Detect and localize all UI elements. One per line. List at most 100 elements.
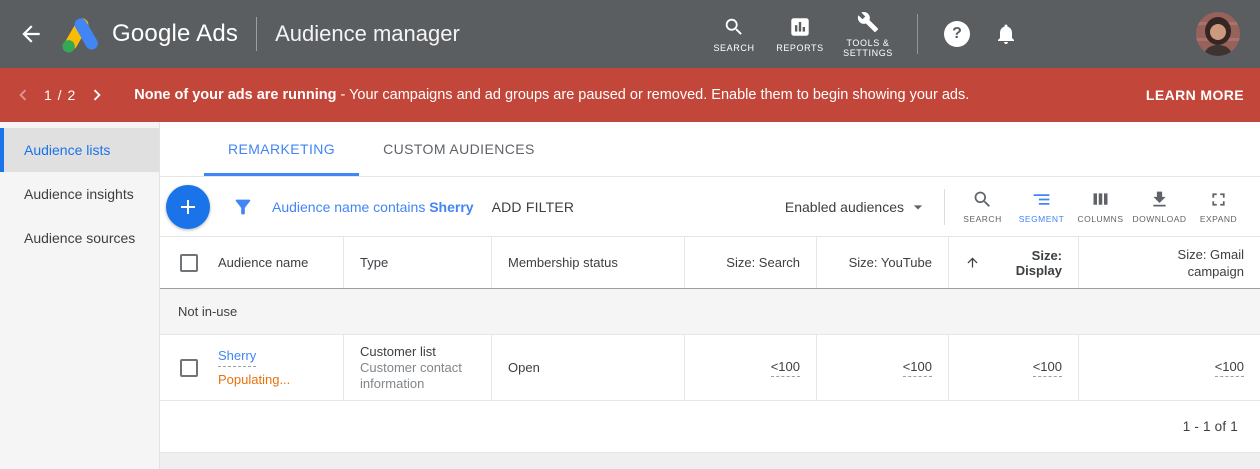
size-search-value: <100	[771, 359, 800, 377]
table-download-button[interactable]: DOWNLOAD	[1130, 189, 1189, 224]
add-audience-button[interactable]	[166, 185, 210, 229]
audience-name-link[interactable]: Sherry	[218, 348, 256, 367]
row-checkbox[interactable]	[180, 359, 198, 377]
toolbar-divider	[944, 189, 945, 225]
sidebar-item-label: Audience lists	[24, 142, 110, 158]
banner-message-title: None of your ads are running	[134, 87, 336, 103]
sidebar-item-audience-insights[interactable]: Audience insights	[0, 172, 159, 216]
back-button[interactable]	[18, 21, 44, 47]
segment-icon	[1031, 189, 1052, 210]
table-segment-button[interactable]: SEGMENT	[1012, 189, 1071, 224]
avatar-photo	[1196, 12, 1240, 56]
populating-status: Populating...	[218, 372, 290, 388]
nav-search-button[interactable]: SEARCH	[701, 16, 767, 53]
group-label: Not in-use	[178, 304, 237, 319]
columns-icon	[1090, 189, 1111, 210]
cell-membership-status: Open	[492, 335, 685, 400]
banner-prev-button[interactable]	[12, 84, 34, 106]
tool-label: DOWNLOAD	[1132, 214, 1186, 224]
nav-reports-label: REPORTS	[776, 43, 824, 53]
table-expand-button[interactable]: EXPAND	[1189, 189, 1248, 224]
banner-message-detail: - Your campaigns and ad groups are pause…	[336, 87, 969, 103]
title-divider	[256, 17, 257, 51]
tool-label: COLUMNS	[1077, 214, 1123, 224]
top-app-bar: Google Ads Audience manager SEARCH REPOR…	[0, 0, 1260, 68]
google-ads-logo-icon	[60, 15, 102, 53]
table-search-button[interactable]: SEARCH	[953, 189, 1012, 224]
audience-name-block: Sherry Populating...	[218, 348, 290, 388]
question-mark-icon: ?	[952, 25, 962, 43]
page-background	[160, 453, 1260, 469]
plus-icon	[176, 195, 200, 219]
tab-custom-audiences[interactable]: CUSTOM AUDIENCES	[359, 122, 559, 176]
sidebar-item-audience-lists[interactable]: Audience lists	[0, 128, 159, 172]
filter-icon	[232, 196, 254, 218]
sort-ascending-icon	[965, 255, 980, 270]
membership-status-value: Open	[508, 360, 540, 375]
product-name: Google Ads	[112, 20, 238, 48]
sidebar-item-label: Audience sources	[24, 230, 135, 246]
page-title: Audience manager	[275, 21, 460, 47]
header-size-display-sorted[interactable]: Size: Display	[949, 237, 1079, 288]
cell-type: Customer list Customer contact informati…	[344, 335, 492, 400]
page-content: Audience lists Audience insights Audienc…	[0, 122, 1260, 469]
filter-value: Sherry	[429, 199, 473, 215]
learn-more-link[interactable]: LEARN MORE	[1146, 87, 1244, 103]
active-filter-chip[interactable]: Audience name contains Sherry	[272, 199, 474, 215]
audience-type: Customer list	[360, 344, 436, 359]
wrench-icon	[857, 11, 879, 33]
sidebar-item-label: Audience insights	[24, 186, 134, 202]
chevron-down-icon	[908, 197, 928, 217]
nav-tools-settings-label: TOOLS & SETTINGS	[833, 38, 903, 58]
download-icon	[1149, 189, 1170, 210]
chevron-left-icon	[12, 84, 34, 106]
header-size-youtube[interactable]: Size: YouTube	[817, 237, 949, 288]
google-ads-app: Google Ads Audience manager SEARCH REPOR…	[0, 0, 1260, 469]
sidebar-item-audience-sources[interactable]: Audience sources	[0, 216, 159, 260]
sidebar: Audience lists Audience insights Audienc…	[0, 122, 160, 469]
group-row-not-in-use: Not in-use	[160, 289, 1260, 335]
search-icon	[723, 16, 745, 38]
size-display-value: <100	[1033, 359, 1062, 377]
table-header-row: Audience name Type Membership status Siz…	[160, 237, 1260, 289]
user-avatar[interactable]	[1196, 12, 1240, 56]
banner-message: None of your ads are running - Your camp…	[134, 87, 969, 103]
filter-condition: Audience name contains	[272, 199, 429, 215]
header-membership-status[interactable]: Membership status	[492, 237, 685, 288]
header-size-gmail[interactable]: Size: Gmail campaign	[1079, 237, 1260, 288]
table-row: Sherry Populating... Customer list Custo…	[160, 335, 1260, 401]
arrow-back-icon	[18, 21, 44, 47]
topnav-divider	[917, 14, 918, 54]
header-type[interactable]: Type	[344, 237, 492, 288]
top-navigation: SEARCH REPORTS TOOLS & SETTINGS ?	[701, 11, 1240, 58]
column-label: Size: Search	[726, 255, 800, 270]
add-filter-button[interactable]: ADD FILTER	[492, 199, 575, 215]
tool-label: SEARCH	[963, 214, 1001, 224]
tab-label: REMARKETING	[228, 141, 335, 157]
help-button[interactable]: ?	[944, 21, 970, 47]
column-label: Membership status	[508, 255, 618, 270]
nav-tools-settings-button[interactable]: TOOLS & SETTINGS	[833, 11, 903, 58]
nav-search-label: SEARCH	[713, 43, 754, 53]
select-all-checkbox[interactable]	[180, 254, 198, 272]
main-panel: REMARKETING CUSTOM AUDIENCES Audience na…	[160, 122, 1260, 469]
audience-view-value: Enabled audiences	[785, 199, 904, 215]
notifications-button[interactable]	[994, 22, 1018, 46]
column-label: Size: YouTube	[849, 255, 932, 270]
cell-audience-name: Sherry Populating...	[160, 335, 344, 400]
column-label[interactable]: Audience name	[218, 255, 308, 270]
reports-icon	[789, 16, 811, 38]
header-size-search[interactable]: Size: Search	[685, 237, 817, 288]
tool-label: EXPAND	[1200, 214, 1237, 224]
audience-view-select[interactable]: Enabled audiences	[785, 197, 928, 217]
banner-next-button[interactable]	[86, 84, 108, 106]
column-label: Size: Gmail campaign	[1162, 246, 1244, 280]
expand-icon	[1208, 189, 1229, 210]
filter-toolbar: Audience name contains Sherry ADD FILTER…	[160, 177, 1260, 237]
pagination-range: 1 - 1 of 1	[1183, 419, 1238, 434]
nav-reports-button[interactable]: REPORTS	[767, 16, 833, 53]
table-columns-button[interactable]: COLUMNS	[1071, 189, 1130, 224]
cell-size-search: <100	[685, 335, 817, 400]
column-label: Size: Display	[985, 248, 1062, 278]
tab-remarketing[interactable]: REMARKETING	[204, 122, 359, 176]
